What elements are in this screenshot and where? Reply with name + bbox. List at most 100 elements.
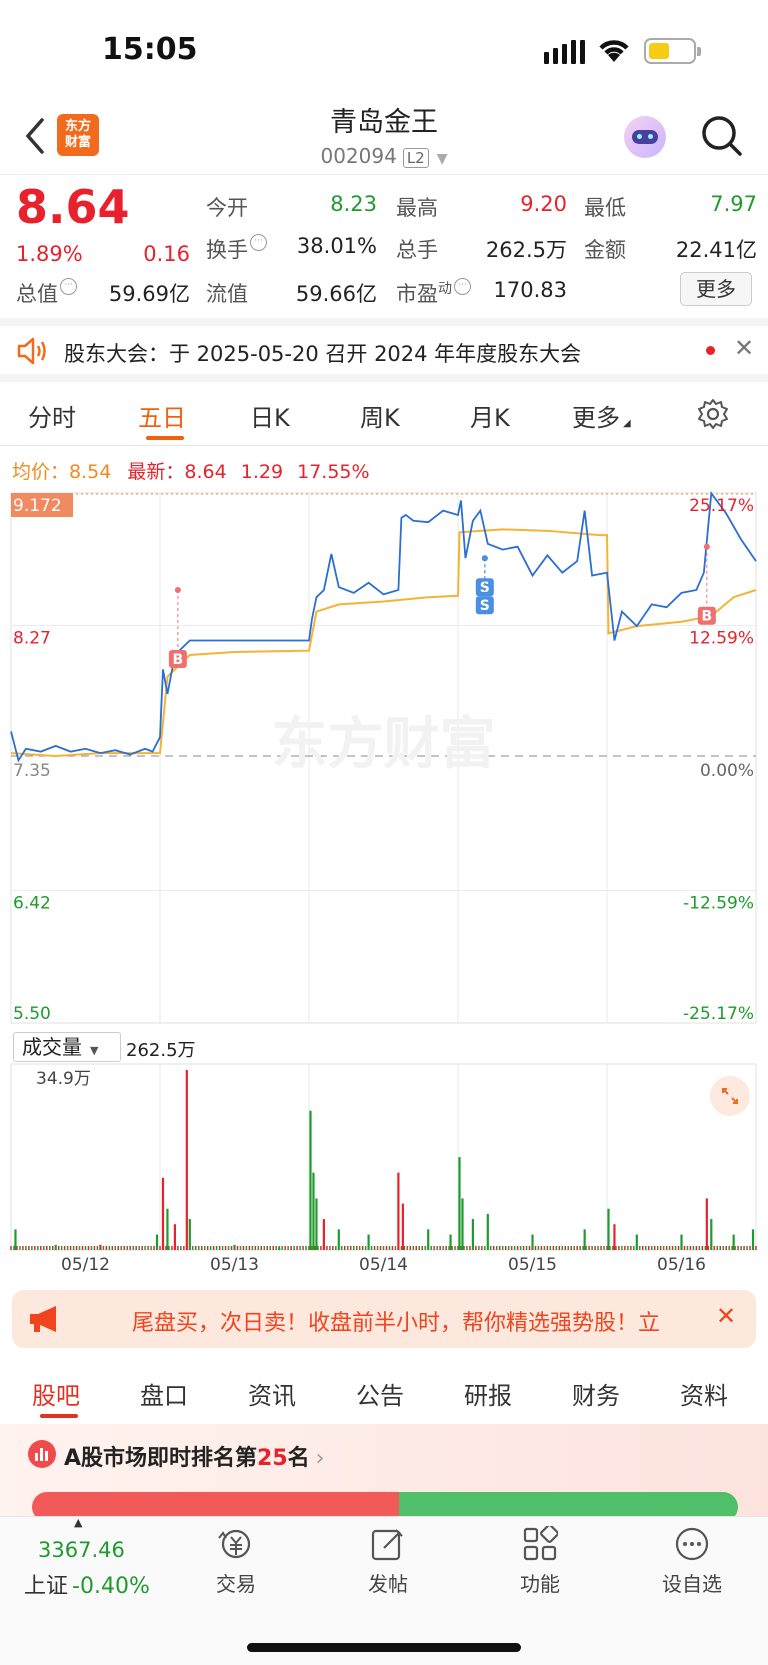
low-value: 7.97 — [710, 192, 757, 216]
expand-icon[interactable] — [710, 1076, 750, 1116]
float-mv-label: 流值 — [206, 282, 248, 306]
tab-announcements[interactable]: 公告 — [356, 1376, 404, 1411]
tab-news[interactable]: 资讯 — [248, 1376, 296, 1411]
index-change: -0.40% — [72, 1574, 150, 1599]
trade-marker-label: B — [173, 652, 184, 668]
current-price: 8.64 — [16, 180, 130, 234]
pe-sup: 动 — [438, 281, 452, 297]
info-dots-icon[interactable]: ··· — [454, 278, 471, 295]
index-value[interactable]: 3367.46 — [38, 1538, 125, 1562]
volume-frame — [10, 1063, 757, 1251]
info-dots-icon[interactable]: ··· — [60, 278, 77, 295]
tab-weekly-k[interactable]: 周K — [360, 398, 400, 433]
volume-dropdown-icon: ▼ — [90, 1044, 99, 1057]
search-icon[interactable] — [700, 114, 744, 158]
tab-orderbook[interactable]: 盘口 — [140, 1376, 188, 1411]
total-mv: 59.69亿 — [108, 282, 190, 306]
ranking-suffix: 名 — [287, 1446, 310, 1471]
high-label: 最高 — [396, 196, 438, 220]
index-name: 上证 — [24, 1574, 69, 1599]
volume-max-label: 34.9万 — [36, 1069, 91, 1089]
megaphone-icon — [30, 1306, 56, 1332]
tab-profile[interactable]: 资料 — [680, 1376, 728, 1411]
turnover-label-text: 换手 — [206, 238, 248, 262]
notice-text[interactable]: 股东大会：于 2025-05-20 召开 2024 年年度股东大会 — [64, 338, 581, 368]
stock-code: 002094 — [320, 144, 397, 168]
battery-icon — [644, 38, 701, 64]
tab-forum[interactable]: 股吧 — [32, 1376, 80, 1411]
marker-dot — [703, 543, 710, 550]
trade-icon[interactable] — [216, 1526, 256, 1562]
nav-functions[interactable]: 功能 — [490, 1568, 590, 1597]
tab-underline — [146, 436, 184, 440]
signal-icon — [544, 40, 586, 64]
index-row[interactable]: 上证 -0.40% — [24, 1568, 150, 1600]
info-dots-icon[interactable]: ··· — [250, 234, 267, 251]
tab-more-label: 更多 — [572, 404, 620, 432]
volume-selector-label: 成交量 — [22, 1035, 82, 1059]
functions-icon[interactable] — [522, 1526, 558, 1562]
nav-post[interactable]: 发帖 — [338, 1568, 438, 1597]
price-chart[interactable]: 东方财富BSSB9.1728.277.356.425.5025.17%12.59… — [0, 488, 768, 1028]
tab-monthly-k[interactable]: 月K — [470, 398, 510, 433]
more-button[interactable]: 更多 — [680, 272, 752, 306]
header-divider — [0, 174, 768, 175]
avg-value: 8.54 — [69, 461, 112, 483]
y-tick-left: 7.35 — [13, 761, 51, 781]
wifi-icon — [599, 40, 629, 62]
notice-divider — [0, 318, 768, 326]
tab-financials[interactable]: 财务 — [572, 1376, 620, 1411]
trade-marker-label: B — [701, 609, 712, 625]
y-tick-right: 25.17% — [689, 496, 754, 516]
y-tick-left: 9.172 — [13, 496, 62, 516]
speaker-icon — [17, 337, 46, 365]
tab-more[interactable]: 更多 ◢ — [572, 398, 631, 433]
open-value: 8.23 — [330, 192, 377, 216]
chart-header: 均价：8.54 最新：8.64 1.29 17.55% — [12, 457, 370, 484]
tab-research[interactable]: 研报 — [464, 1376, 512, 1411]
tab-daily-k[interactable]: 日K — [250, 398, 290, 433]
pe-label: 市盈动 ··· — [396, 278, 471, 308]
notice-close-icon[interactable]: ✕ — [734, 334, 754, 362]
trade-marker-label: S — [480, 598, 490, 614]
y-tick-right: 0.00% — [700, 761, 754, 781]
ranking-chevron-icon: › — [315, 1446, 325, 1471]
volume-selector[interactable]: 成交量 ▼ — [13, 1032, 121, 1062]
dropdown-icon: ▼ — [436, 151, 448, 167]
y-tick-left: 8.27 — [13, 629, 51, 649]
ranking-card[interactable]: A股市场即时排名第25名 › — [0, 1424, 768, 1522]
low-label: 最低 — [584, 196, 626, 220]
home-indicator — [247, 1643, 521, 1652]
last-pct: 17.55% — [297, 461, 370, 483]
pe-label-text: 市盈 — [396, 282, 438, 306]
marker-dot — [174, 586, 181, 593]
settings-gear-icon[interactable] — [697, 398, 729, 430]
post-icon[interactable] — [370, 1526, 406, 1562]
watermark: 东方财富 — [272, 712, 496, 777]
index-up-arrow-icon: ▲ — [74, 1516, 83, 1529]
y-tick-left: 6.42 — [13, 894, 51, 914]
change-pct: 1.89% — [16, 242, 83, 266]
marker-dot — [481, 555, 488, 562]
nav-trade[interactable]: 交易 — [186, 1568, 286, 1597]
tab-intraday[interactable]: 分时 — [28, 398, 76, 433]
add-watchlist-icon[interactable] — [674, 1526, 710, 1562]
volume-label: 总手 — [396, 238, 438, 262]
banner-close-icon[interactable]: ✕ — [716, 1302, 736, 1330]
volume-chart[interactable]: 34.9万 05/12 05/13 05/14 05/15 05/16 — [0, 1062, 768, 1274]
tabs-divider — [0, 445, 768, 446]
change-abs: 0.16 — [143, 242, 190, 266]
notice-dot — [706, 346, 715, 355]
ranking-chart-icon — [28, 1440, 56, 1468]
ranking-prefix: A股市场即时排名第 — [64, 1446, 258, 1471]
nav-add-watchlist[interactable]: 设自选 — [642, 1568, 742, 1597]
promo-banner[interactable]: 尾盘买，次日卖！收盘前半小时，帮你精选强势股！立 ✕ — [12, 1290, 756, 1348]
ranking-number: 25 — [257, 1446, 288, 1471]
total-mv-label: 总值 ··· — [16, 278, 77, 308]
tab-five-day[interactable]: 五日 — [138, 398, 186, 433]
x-day-label: 05/12 — [61, 1255, 110, 1274]
robot-assistant-icon[interactable] — [624, 116, 666, 158]
float-mv-value: 59.66亿 — [295, 282, 377, 306]
x-day-label: 05/16 — [657, 1255, 706, 1274]
last-label: 最新： — [127, 461, 185, 483]
